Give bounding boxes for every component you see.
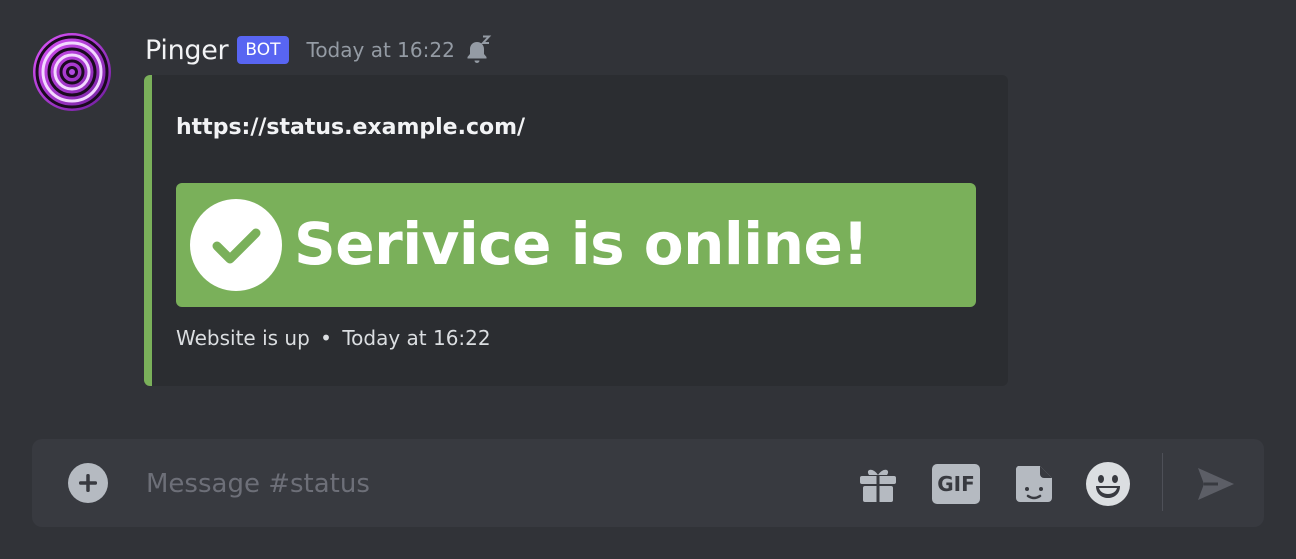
add-attachment-button[interactable] <box>68 463 108 503</box>
sticker-icon <box>1015 466 1052 502</box>
send-button[interactable] <box>1192 461 1240 507</box>
check-circle-icon <box>190 199 282 291</box>
gift-icon <box>860 469 896 502</box>
gif-label: GIF <box>937 472 975 496</box>
gif-icon: GIF <box>932 464 980 504</box>
ripple-target-icon <box>33 33 111 111</box>
emoji-button[interactable] <box>1084 461 1132 507</box>
chat-view: Pinger BOT Today at 16:22 https://status… <box>0 0 1296 559</box>
gift-button[interactable] <box>854 461 902 507</box>
embed-footer: Website is up • Today at 16:22 <box>176 326 491 350</box>
link-embed: https://status.example.com/ Serivice is … <box>144 75 1008 386</box>
username[interactable]: Pinger <box>145 35 229 66</box>
composer-divider <box>1162 453 1163 511</box>
message-header: Pinger BOT Today at 16:22 <box>145 32 493 68</box>
footer-separator: • <box>320 326 332 350</box>
banner-text: Serivice is online! <box>294 210 869 278</box>
smile-emoji-icon <box>1086 462 1130 506</box>
bot-badge: BOT <box>237 36 289 64</box>
embed-title-link[interactable]: https://status.example.com/ <box>176 115 525 140</box>
message-composer: GIF <box>32 439 1264 527</box>
send-arrow-icon <box>1198 468 1234 500</box>
sticker-button[interactable] <box>1010 461 1058 507</box>
embed-footer-timestamp: Today at 16:22 <box>342 326 491 350</box>
avatar[interactable] <box>32 32 112 112</box>
message-timestamp[interactable]: Today at 16:22 <box>307 38 455 62</box>
status-banner-image[interactable]: Serivice is online! <box>176 183 976 307</box>
embed-accent-bar <box>144 75 152 386</box>
gif-button[interactable]: GIF <box>932 461 980 507</box>
bell-snooze-icon <box>465 35 493 65</box>
plus-circle-icon <box>68 463 108 503</box>
embed-footer-text: Website is up <box>176 326 310 350</box>
message-input[interactable] <box>144 463 788 505</box>
